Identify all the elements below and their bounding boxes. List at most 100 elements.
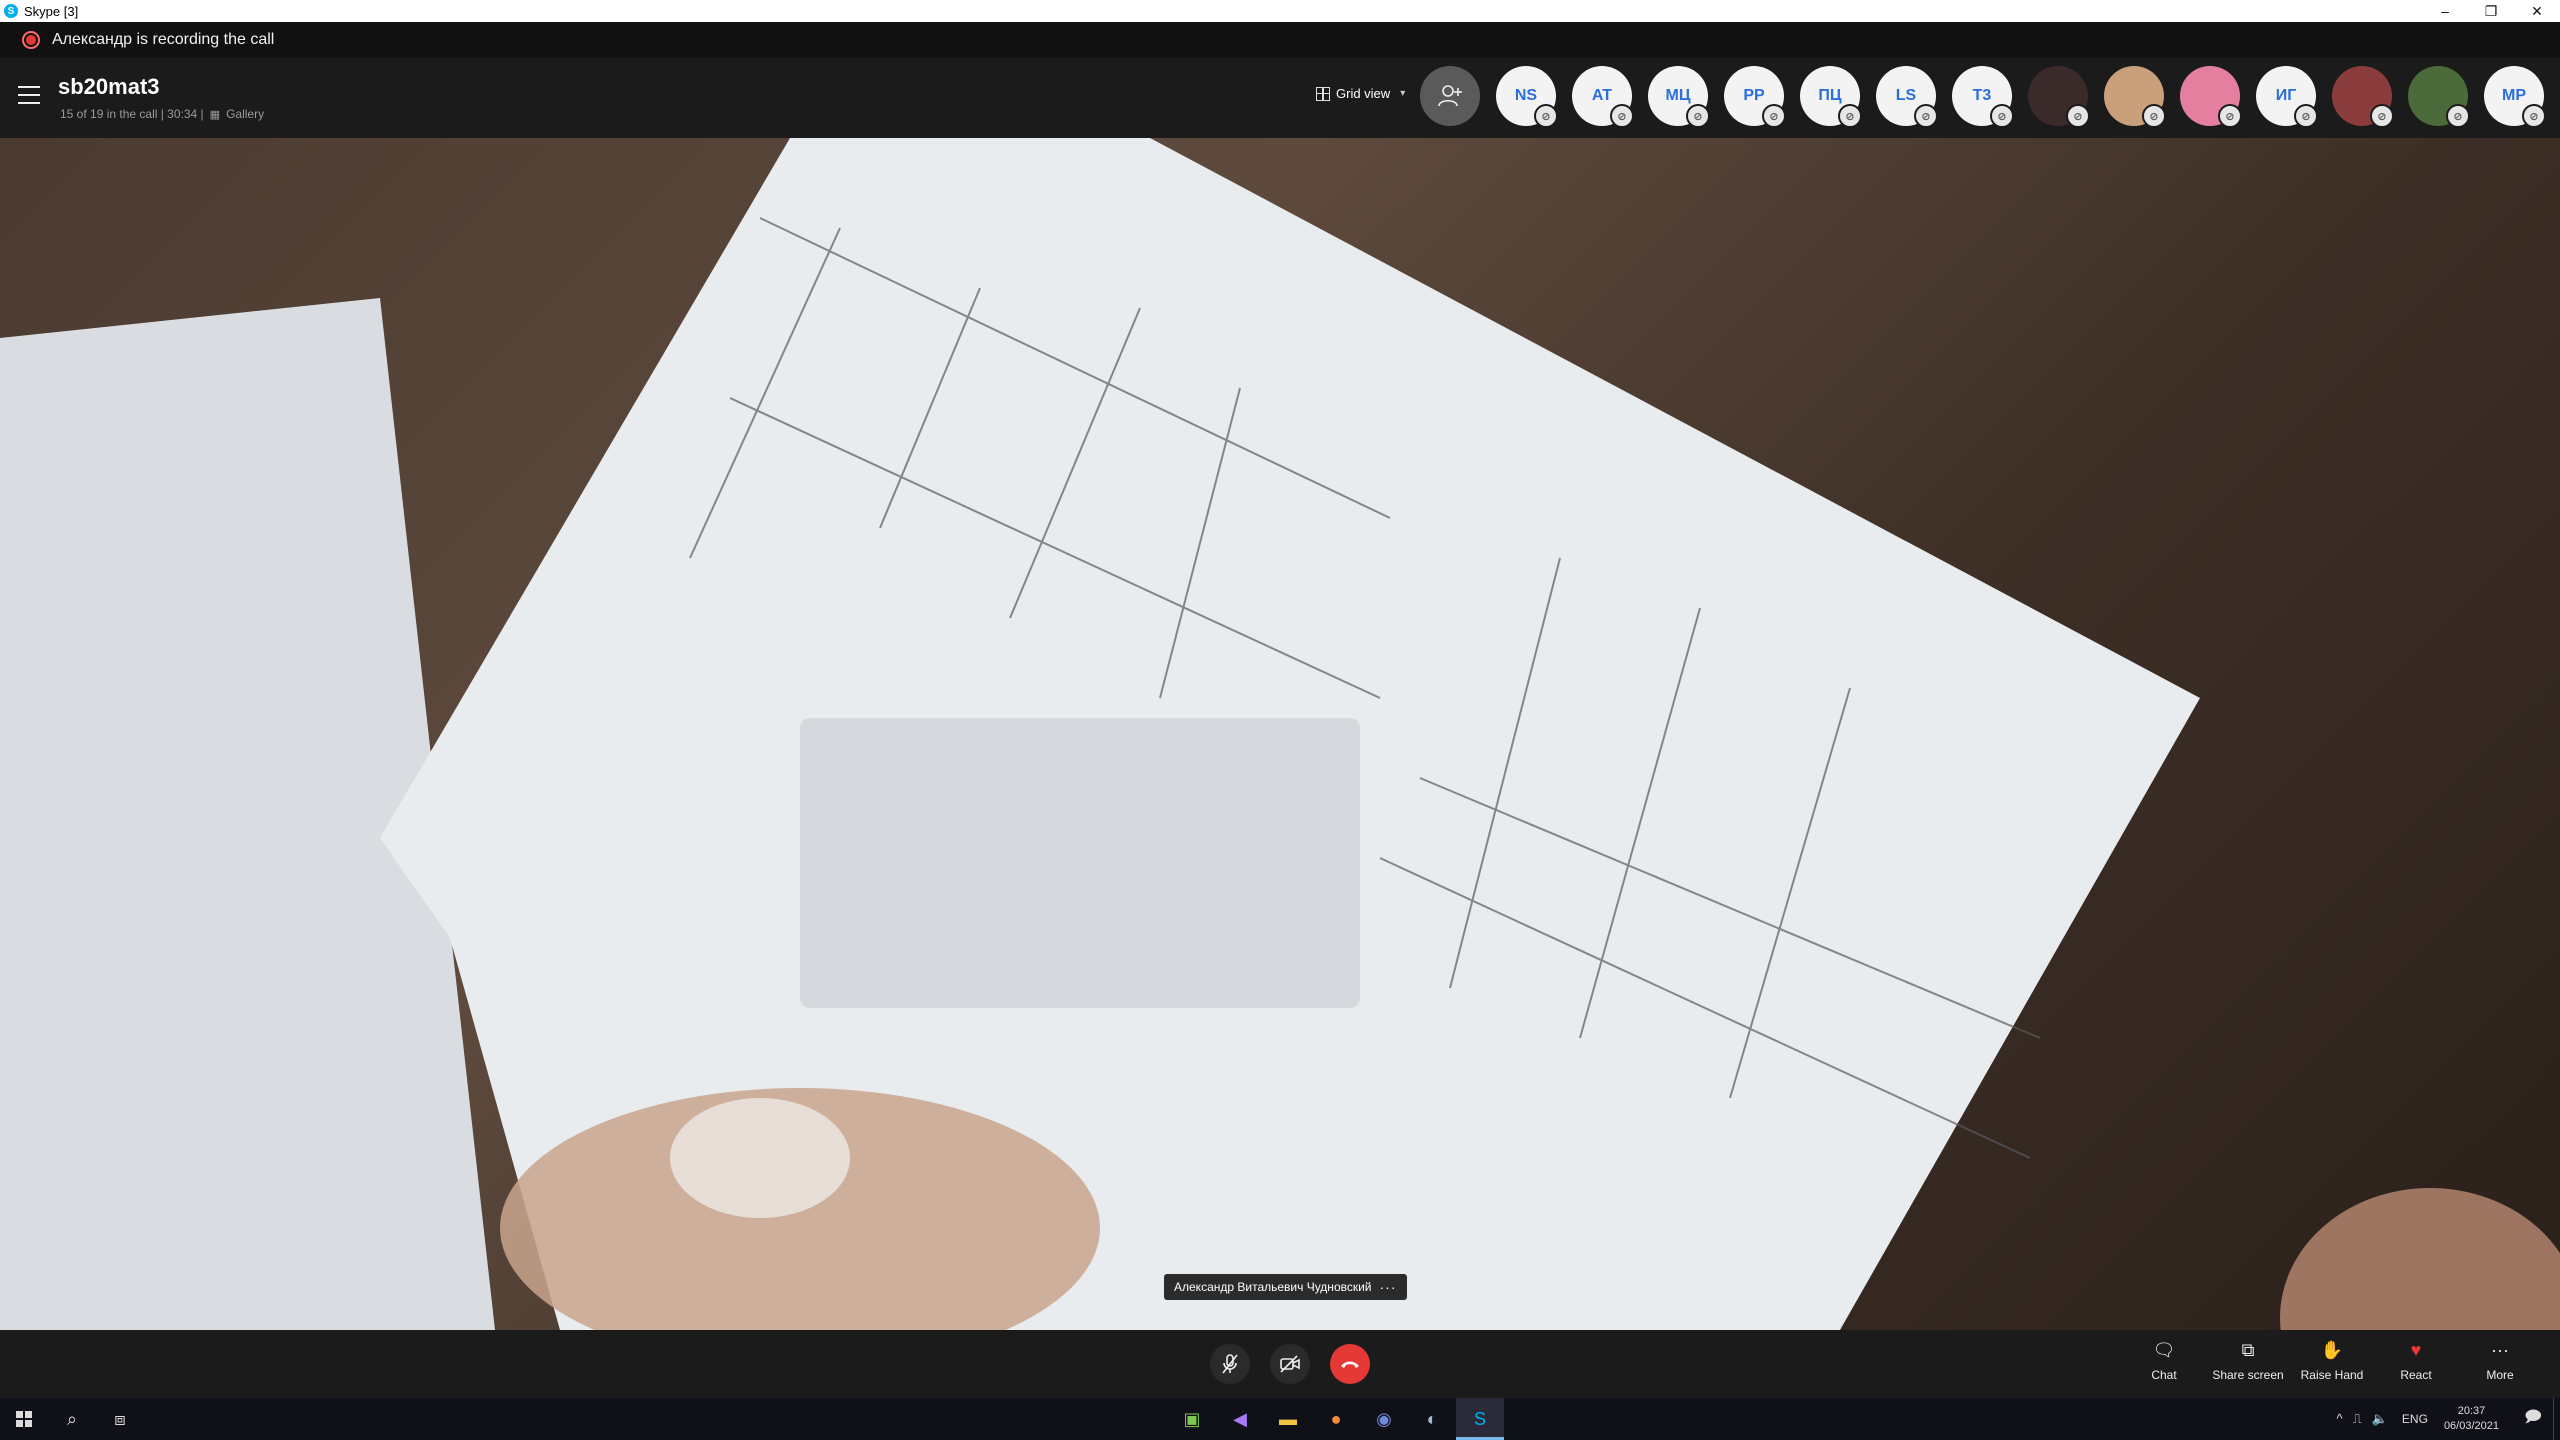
muted-mic-icon: ⊘ [2066, 104, 2090, 128]
participant-avatar[interactable]: ⊘ [2332, 66, 2394, 128]
raise-hand-button[interactable]: ✋ Raise Hand [2292, 1340, 2372, 1382]
call-title: sb20mat3 [58, 74, 160, 99]
gallery-label: Gallery [226, 107, 265, 121]
call-subtitle: 15 of 19 in the call | 30:34 | ▦ Gallery [60, 107, 264, 121]
window-title: Skype [3] [24, 3, 79, 19]
recording-text: Александр is recording the call [52, 31, 275, 48]
minimize-button[interactable]: – [2422, 0, 2468, 22]
shared-video: S [0, 138, 2560, 1330]
react-label: React [2400, 1368, 2432, 1382]
network-icon[interactable]: ⎍ [2353, 1411, 2362, 1427]
participant-avatar[interactable]: ⊘ [2104, 66, 2166, 128]
recording-banner: Александр is recording the call [0, 22, 2560, 58]
share-screen-button[interactable]: ⧉ Share screen [2208, 1340, 2288, 1382]
muted-mic-icon: ⊘ [1610, 104, 1634, 128]
chat-label: Chat [2151, 1368, 2177, 1382]
muted-mic-icon: ⊘ [2294, 104, 2318, 128]
gallery-icon: ▦ [209, 108, 221, 121]
clock[interactable]: 20:37 06/03/2021 [2444, 1404, 2499, 1434]
end-call-button[interactable] [1330, 1344, 1370, 1384]
add-person-icon [1438, 85, 1462, 107]
speaker-name: Александр Витальевич Чудновский [1174, 1280, 1372, 1294]
participant-avatar[interactable]: LS ⊘ [1876, 66, 1938, 128]
volume-icon[interactable]: 🔈 [2372, 1411, 2388, 1427]
task-view-icon[interactable]: ⧈ [96, 1398, 144, 1440]
muted-mic-icon: ⊘ [2446, 104, 2470, 128]
skype-app-icon: S [4, 4, 18, 18]
muted-mic-icon: ⊘ [2370, 104, 2394, 128]
close-button[interactable]: ✕ [2514, 0, 2560, 22]
window-title-bar: S Skype [3] – ❐ ✕ [0, 0, 2560, 22]
muted-mic-icon: ⊘ [1686, 104, 1710, 128]
window-controls: – ❐ ✕ [2422, 0, 2560, 22]
muted-mic-icon: ⊘ [1838, 104, 1862, 128]
more-button[interactable]: ··· More [2460, 1340, 2540, 1382]
participant-initials: PP [1743, 87, 1765, 104]
more-icon: ··· [2491, 1340, 2509, 1360]
participant-avatar[interactable]: ⊘ [2180, 66, 2242, 128]
search-icon[interactable]: ⌕ [48, 1398, 96, 1440]
video-frame-illustration [0, 138, 2560, 1330]
show-desktop-button[interactable] [2553, 1398, 2560, 1440]
participant-avatar[interactable]: МЦ ⊘ [1648, 66, 1710, 128]
menu-icon[interactable] [18, 86, 40, 104]
chevron-up-icon[interactable]: ^ [2337, 1411, 2343, 1427]
taskbar-left: ⌕ ⧈ [0, 1398, 144, 1440]
participant-initials: Т3 [1972, 87, 1992, 104]
restore-button[interactable]: ❐ [2468, 0, 2514, 22]
taskbar-apps: ▣ ◀ ▬ ● ◉ ◐ S [1168, 1398, 1504, 1440]
right-hand-shape [2280, 1188, 2560, 1330]
participant-avatar[interactable]: ⊘ [2028, 66, 2090, 128]
muted-mic-icon: ⊘ [2142, 104, 2166, 128]
add-participant-button[interactable] [1420, 66, 1480, 126]
participant-initials: LS [1895, 87, 1917, 104]
chat-button[interactable]: 🗨 Chat [2124, 1340, 2204, 1382]
participant-initials: ПЦ [1818, 87, 1842, 104]
speaker-name-label[interactable]: Александр Витальевич Чудновский ··· [1164, 1274, 1407, 1300]
chat-icon: 🗨 [2152, 1340, 2176, 1360]
discord-icon[interactable]: ◉ [1360, 1398, 1408, 1440]
microphone-toggle-button[interactable] [1210, 1344, 1250, 1384]
muted-mic-icon: ⊘ [2522, 104, 2546, 128]
grid-view-dropdown[interactable]: Grid view ▾ [1316, 86, 1405, 101]
muted-mic-icon: ⊘ [1762, 104, 1786, 128]
raise-hand-label: Raise Hand [2300, 1368, 2364, 1382]
camera-toggle-button[interactable] [1270, 1344, 1310, 1384]
windows-start-icon[interactable] [0, 1398, 48, 1440]
firefox-icon[interactable]: ● [1312, 1398, 1360, 1440]
language-indicator[interactable]: ENG [2402, 1412, 2428, 1426]
share-screen-icon: ⧉ [2241, 1340, 2255, 1360]
share-screen-label: Share screen [2212, 1368, 2284, 1382]
more-options-icon[interactable]: ··· [1380, 1279, 1397, 1295]
participant-avatar[interactable]: ИГ ⊘ [2256, 66, 2318, 128]
call-header: sb20mat3 15 of 19 in the call | 30:34 | … [0, 58, 2560, 138]
notifications-icon[interactable]: 🗩 [2513, 1406, 2553, 1433]
windows-taskbar: ⌕ ⧈ ▣ ◀ ▬ ● ◉ ◐ S ^ ⎍ 🔈 ENG 20:37 06/03/… [0, 1398, 2560, 1440]
call-control-bar: 🗨 Chat ⧉ Share screen ✋ Raise Hand ♥ Rea… [0, 1330, 2560, 1398]
participant-initials: NS [1514, 87, 1538, 104]
participant-initials: ИГ [2275, 87, 2297, 104]
participant-avatar[interactable]: AT ⊘ [1572, 66, 1634, 128]
react-button[interactable]: ♥ React [2376, 1340, 2456, 1382]
clock-date: 06/03/2021 [2443, 1420, 2499, 1432]
muted-mic-icon: ⊘ [1990, 104, 2014, 128]
steam-icon[interactable]: ◐ [1408, 1398, 1456, 1440]
file-explorer-icon[interactable]: ▬ [1264, 1398, 1312, 1440]
participant-avatar[interactable]: ⊘ [2408, 66, 2470, 128]
terminal-app-icon[interactable]: ▣ [1168, 1398, 1216, 1440]
call-status-text: 15 of 19 in the call | 30:34 | [60, 107, 204, 121]
grid-view-label: Grid view [1336, 86, 1391, 101]
muted-mic-icon: ⊘ [1534, 104, 1558, 128]
tray-icons: ^ ⎍ 🔈 [2337, 1411, 2388, 1427]
participant-avatar[interactable]: МР ⊘ [2484, 66, 2546, 128]
heart-icon: ♥ [2410, 1340, 2422, 1360]
participant-avatar[interactable]: PP ⊘ [1724, 66, 1786, 128]
grid-icon [1316, 86, 1330, 101]
skype-taskbar-icon[interactable]: S [1456, 1398, 1504, 1440]
participant-avatar[interactable]: NS ⊘ [1496, 66, 1558, 128]
participant-avatar[interactable]: ПЦ ⊘ [1800, 66, 1862, 128]
visual-studio-icon[interactable]: ◀ [1216, 1398, 1264, 1440]
participant-avatar[interactable]: Т3 ⊘ [1952, 66, 2014, 128]
muted-mic-icon: ⊘ [1914, 104, 1938, 128]
participant-initials: МР [2502, 87, 2526, 104]
